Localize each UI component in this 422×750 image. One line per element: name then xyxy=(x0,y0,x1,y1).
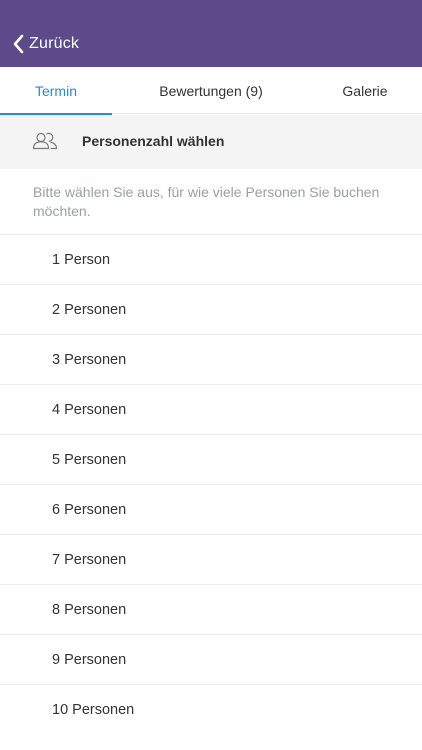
tab-galerie[interactable]: Galerie xyxy=(322,67,408,114)
person-count-list: 1 Person 2 Personen 3 Personen 4 Persone… xyxy=(0,234,422,734)
people-icon xyxy=(32,132,58,155)
option-10-personen[interactable]: 10 Personen xyxy=(0,684,422,734)
tab-bewertungen[interactable]: Bewertungen (9) xyxy=(130,67,292,114)
chevron-left-icon xyxy=(13,34,24,54)
back-label: Zurück xyxy=(29,35,80,52)
option-4-personen[interactable]: 4 Personen xyxy=(0,384,422,434)
section-header: Personenzahl wählen xyxy=(0,115,422,169)
hint-text: Bitte wählen Sie aus, für wie viele Pers… xyxy=(33,184,380,219)
option-9-personen[interactable]: 9 Personen xyxy=(0,634,422,684)
option-5-personen[interactable]: 5 Personen xyxy=(0,434,422,484)
option-8-personen[interactable]: 8 Personen xyxy=(0,584,422,634)
back-button[interactable]: Zurück xyxy=(12,30,79,58)
option-2-personen[interactable]: 2 Personen xyxy=(0,284,422,334)
navbar: Zurück xyxy=(0,0,422,67)
option-6-personen[interactable]: 6 Personen xyxy=(0,484,422,534)
section-title: Personenzahl wählen xyxy=(82,133,225,149)
option-3-personen[interactable]: 3 Personen xyxy=(0,334,422,384)
tab-termin[interactable]: Termin xyxy=(0,67,112,115)
tab-bar: Termin Bewertungen (9) Galerie xyxy=(0,67,422,115)
option-1-person[interactable]: 1 Person xyxy=(0,234,422,284)
option-7-personen[interactable]: 7 Personen xyxy=(0,534,422,584)
